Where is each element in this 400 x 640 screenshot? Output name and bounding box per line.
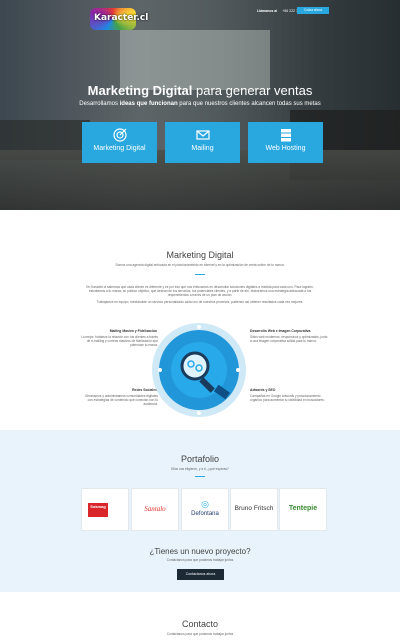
email-label: Llámanos al <box>257 9 278 13</box>
hero-banner: Karacter.cl Llámanos al +56 222 795 668 … <box>0 0 400 210</box>
portfolio-subtitle: Ellos nos eligieron, y a tí, ¿qué espera… <box>171 467 229 471</box>
office-window <box>120 30 270 90</box>
defontana-mark: ◎ <box>201 499 209 509</box>
marketing-paragraph: Trabajamos en equipo, brindándote un ser… <box>96 300 304 304</box>
feature-title-mailing: Mailing Masivo y Fidelización <box>109 329 157 333</box>
service-label: Marketing Digital <box>93 145 146 152</box>
server-icon <box>280 129 291 142</box>
client-logo-brunofritsch[interactable]: Bruno Fritsch <box>230 488 278 531</box>
section-title-portfolio: Portafolio <box>180 454 220 464</box>
logo-text: Karacter.cl <box>94 13 149 23</box>
site-logo[interactable]: Karacter.cl <box>90 8 148 30</box>
service-card-marketing[interactable]: Marketing Digital <box>82 122 157 163</box>
service-card-hosting[interactable]: Web Hosting <box>248 122 323 163</box>
feature-title-web: Desarrollo Web e Imagen Corporativa <box>250 329 311 333</box>
feature-text: Lo mejor: fortalece la relación con tus … <box>81 335 158 347</box>
hero-title: Marketing Digital para generar ventas <box>87 83 313 98</box>
feature-text: Generamos y administramos comunidades di… <box>84 394 158 406</box>
envelope-icon <box>195 130 210 140</box>
project-title: ¿Tienes un nuevo proyecto? <box>149 547 251 556</box>
client-logo-defontana[interactable]: ◎ Defontana <box>181 488 229 531</box>
divider <box>195 476 205 477</box>
target-icon <box>112 128 127 142</box>
feature-text: Campañas en Google Adwords y posicionami… <box>250 394 325 402</box>
client-logo-santalo[interactable]: Santalo <box>131 488 179 531</box>
hero-subtitle: Desarrollamos ideas que funcionan para q… <box>79 101 321 107</box>
section-title-marketing: Marketing Digital <box>166 250 234 260</box>
marketing-illustration <box>152 323 246 417</box>
marketing-subtitle: Somos una agencia digital enfocada en el… <box>115 263 285 267</box>
divider <box>195 274 205 275</box>
contact-subtitle: Contáctanos para que podamos trabajar ju… <box>166 632 234 636</box>
project-subtitle: Contáctanos para que podamos trabajar ju… <box>166 558 234 562</box>
service-label: Web Hosting <box>265 145 306 152</box>
marketing-paragraph: En Karacter.cl sabemos que cada cliente … <box>86 285 314 297</box>
client-logo-tentepie[interactable]: Tentepie <box>279 488 327 531</box>
feature-title-seo: Adwords y SEO <box>250 388 276 392</box>
service-card-mailing[interactable]: Mailing <box>165 122 240 163</box>
quote-button[interactable]: Cotiza ahora <box>297 7 329 14</box>
service-label: Mailing <box>191 145 214 152</box>
client-logo-sokmag[interactable]: Sokmag <box>81 488 129 531</box>
section-title-contact: Contacto <box>181 619 219 629</box>
feature-text: Sitios web modernos, responsivos y optim… <box>250 335 328 343</box>
contact-now-button[interactable]: Contáctanos ahora <box>177 569 224 580</box>
